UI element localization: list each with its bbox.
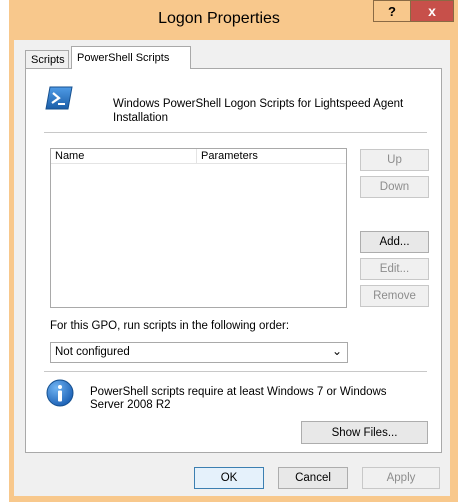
tab-scripts[interactable]: Scripts (25, 50, 69, 68)
tab-scripts-label: Scripts (31, 53, 65, 66)
edit-button[interactable]: Edit... (360, 258, 429, 280)
run-order-select[interactable]: Not configured ⌄ (50, 342, 348, 363)
list-header: Name Parameters (51, 149, 346, 164)
logon-properties-window: Logon Properties ? x Scripts PowerShell … (9, 0, 458, 502)
column-divider[interactable] (196, 149, 197, 163)
tab-powershell-scripts-label: PowerShell Scripts (77, 52, 170, 64)
ok-button-label: OK (220, 472, 238, 484)
add-button-label: Add... (379, 236, 410, 248)
separator-bottom (44, 371, 427, 372)
apply-button[interactable]: Apply (362, 467, 440, 489)
run-order-label: For this GPO, run scripts in the followi… (50, 320, 290, 332)
edit-button-label: Edit... (379, 263, 410, 275)
close-button[interactable]: x (410, 0, 454, 22)
info-message: PowerShell scripts require at least Wind… (90, 386, 387, 411)
down-button-label: Down (379, 181, 410, 193)
add-button[interactable]: Add... (360, 231, 429, 253)
column-header-name[interactable]: Name (55, 150, 84, 162)
cancel-button[interactable]: Cancel (278, 467, 348, 489)
tab-powershell-scripts[interactable]: PowerShell Scripts (71, 46, 191, 69)
cancel-button-label: Cancel (295, 472, 331, 484)
window-title: Logon Properties (158, 10, 280, 27)
panel-header-text: Windows PowerShell Logon Scripts for Lig… (113, 98, 404, 124)
close-icon: x (428, 3, 436, 19)
remove-button-label: Remove (373, 290, 416, 302)
help-button[interactable]: ? (373, 0, 411, 22)
info-icon (46, 379, 74, 407)
chevron-down-icon: ⌄ (331, 344, 342, 358)
up-button-label: Up (387, 154, 402, 166)
remove-button[interactable]: Remove (360, 285, 429, 307)
powershell-scripts-panel: Windows PowerShell Logon Scripts for Lig… (25, 68, 442, 453)
title-bar[interactable]: Logon Properties ? x (9, 0, 458, 40)
show-files-button[interactable]: Show Files... (301, 421, 428, 444)
ok-button[interactable]: OK (194, 467, 264, 489)
up-button[interactable]: Up (360, 149, 429, 171)
column-header-parameters[interactable]: Parameters (201, 150, 258, 162)
help-label: ? (388, 3, 396, 19)
dialog-body: Scripts PowerShell Scripts Windows Power… (14, 40, 450, 496)
powershell-icon (45, 86, 73, 110)
run-order-select-value: Not configured (55, 346, 130, 358)
scripts-list[interactable]: Name Parameters (50, 148, 347, 308)
separator-top (44, 132, 427, 133)
down-button[interactable]: Down (360, 176, 429, 198)
apply-button-label: Apply (386, 472, 416, 484)
show-files-button-label: Show Files... (331, 426, 398, 439)
